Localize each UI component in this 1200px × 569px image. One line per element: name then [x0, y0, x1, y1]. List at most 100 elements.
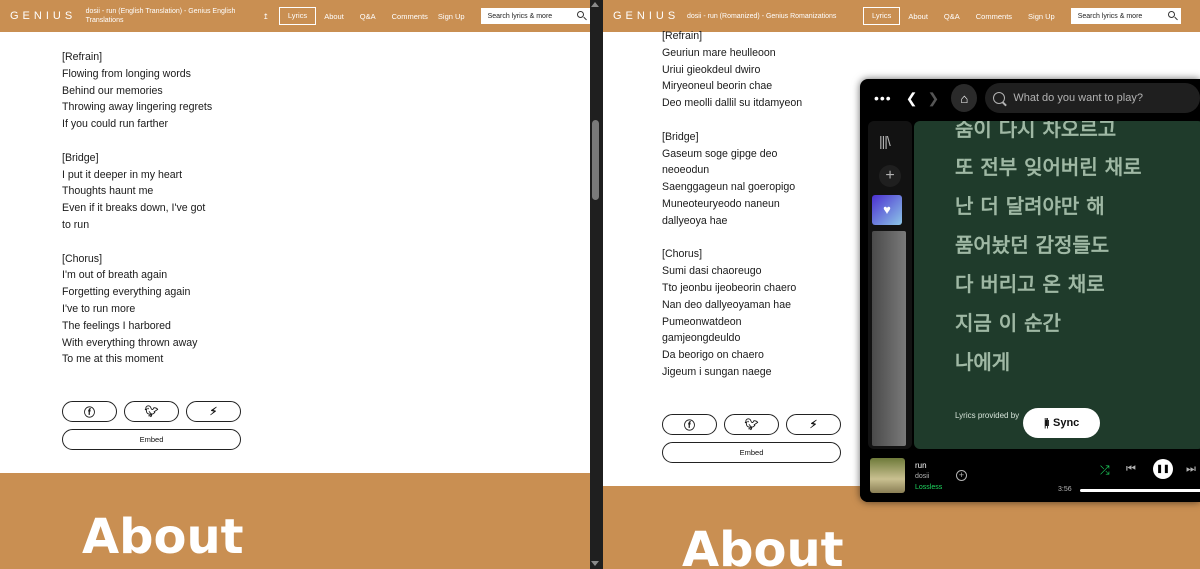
lyric-line[interactable]: If you could run farther — [62, 116, 212, 133]
lyric-line[interactable]: I'm out of breath again — [62, 267, 212, 284]
section-header[interactable]: [Bridge] — [662, 129, 802, 146]
nav-comments[interactable]: Comments — [968, 12, 1020, 21]
facebook-share-button[interactable]: ⓕ — [62, 401, 117, 422]
lyric-line[interactable]: 난 더 달려야만 해 — [955, 190, 1105, 219]
lyric-line[interactable]: Flowing from longing words — [62, 66, 212, 83]
facebook-share-button[interactable]: ⓕ — [662, 414, 717, 435]
share-arrow-icon[interactable]: ↥ — [257, 12, 275, 21]
genius-logo[interactable]: GENIUS — [613, 10, 681, 22]
lyric-line[interactable]: Sumi dasi chaoreugo — [662, 263, 802, 280]
quality-badge: Lossless — [915, 484, 943, 491]
sync-label: Sync — [1052, 417, 1080, 429]
lyric-line[interactable]: I put it deeper in my heart — [62, 167, 212, 184]
lyric-line[interactable]: Jigeum i sungan naege — [662, 364, 802, 381]
lyric-line[interactable]: to run — [62, 217, 212, 234]
pause-button[interactable]: ❚❚ — [1153, 459, 1173, 479]
section-header[interactable]: [Refrain] — [662, 28, 802, 45]
twitter-share-button[interactable]: 🐦︎ — [724, 414, 779, 435]
scroll-up-icon[interactable] — [591, 2, 599, 7]
genius-share-button[interactable]: ⚡︎ — [186, 401, 241, 422]
lyric-line[interactable]: 다 버리고 온 채로 — [955, 268, 1105, 297]
lyric-line[interactable]: neoeodun — [662, 162, 802, 179]
lyric-line[interactable]: gamjeongdeuldo — [662, 330, 802, 347]
track-artist[interactable]: dosii — [915, 473, 929, 480]
twitter-share-button[interactable]: 🐦︎ — [124, 401, 179, 422]
nav-signup[interactable]: Sign Up — [436, 12, 473, 21]
lyric-line[interactable]: Throwing away lingering regrets — [62, 99, 212, 116]
lyric-line[interactable]: 또 전부 잊어버린 채로 — [955, 151, 1142, 180]
lyric-line[interactable]: Gaseum soge gipge deo — [662, 146, 802, 163]
nav-about[interactable]: About — [900, 12, 936, 21]
genius-logo[interactable]: GENIUS — [10, 10, 78, 22]
search-input[interactable]: Search lyrics & more — [480, 8, 590, 24]
lyric-line[interactable]: I've to run more — [62, 301, 212, 318]
add-to-library-icon[interactable]: + — [956, 470, 967, 481]
library-icon[interactable]: |||\ — [879, 133, 891, 149]
more-icon[interactable]: ••• — [874, 90, 892, 106]
lyric-line[interactable]: Muneoteuryeodo naneun — [662, 196, 802, 213]
stanza-gap — [62, 234, 212, 251]
nav-qa[interactable]: Q&A — [936, 12, 968, 21]
lyric-line[interactable]: Geuriun mare heulleoon — [662, 45, 802, 62]
scrollbar-thumb[interactable] — [592, 120, 599, 200]
window-scrollbar[interactable] — [590, 0, 603, 569]
twitter-icon: 🐦︎ — [144, 406, 159, 418]
lyric-line[interactable]: Saenggageun nal goeropigo — [662, 179, 802, 196]
next-icon[interactable]: ⏭︎ — [1186, 463, 1196, 476]
search-icon[interactable] — [576, 11, 584, 18]
section-header[interactable]: [Chorus] — [662, 246, 802, 263]
spotify-search-input[interactable]: What do you want to play? — [985, 83, 1200, 113]
stanza-gap — [662, 112, 802, 129]
shuffle-icon[interactable]: ⤮ — [1100, 463, 1110, 478]
lyric-line[interactable]: Uriui gieokdeul dwiro — [662, 62, 802, 79]
lyric-line[interactable]: Da beorigo on chaero — [662, 347, 802, 364]
facebook-icon: ⓕ — [84, 406, 95, 419]
search-icon[interactable] — [1167, 11, 1175, 18]
lyric-line[interactable]: 품어놨던 감정들도 — [955, 229, 1109, 258]
dragged-window-ghost — [872, 231, 906, 446]
liked-songs-icon[interactable]: ♥ — [872, 195, 902, 225]
nav-about[interactable]: About — [316, 12, 352, 21]
forward-icon[interactable]: ❯ — [927, 90, 939, 107]
progress-bar[interactable] — [1080, 489, 1200, 492]
previous-icon[interactable]: ⏮︎ — [1126, 463, 1136, 476]
lyric-line[interactable]: Miryeoneul beorin chae — [662, 78, 802, 95]
lyric-line[interactable]: Pumeonwatdeon — [662, 314, 802, 331]
lyric-line[interactable]: Thoughts haunt me — [62, 183, 212, 200]
track-title[interactable]: run — [915, 461, 927, 470]
genius-share-button[interactable]: ⚡︎ — [786, 414, 841, 435]
lyric-line[interactable]: Even if it breaks down, I've got — [62, 200, 212, 217]
lyric-line[interactable]: 숨이 다시 차오르고 — [955, 121, 1116, 142]
lyric-line[interactable]: Tto jeonbu ijeobeorin chaero — [662, 280, 802, 297]
lyric-line[interactable]: Behind our memories — [62, 83, 212, 100]
lyric-line[interactable]: Nan deo dallyeoyaman hae — [662, 297, 802, 314]
section-header[interactable]: [Bridge] — [62, 150, 212, 167]
embed-button[interactable]: Embed — [662, 442, 841, 463]
lyric-line[interactable]: The feelings I harbored — [62, 318, 212, 335]
lyrics-body: [Refrain] Flowing from longing words Behin… — [62, 49, 212, 368]
sync-button[interactable]: |ıl|ı Sync — [1023, 408, 1100, 438]
lyric-line[interactable]: 지금 이 순간 — [955, 307, 1061, 336]
lyric-line[interactable]: Forgetting everything again — [62, 284, 212, 301]
embed-button[interactable]: Embed — [62, 429, 241, 450]
back-icon[interactable]: ❮ — [906, 90, 918, 107]
progress-fill — [1080, 489, 1200, 492]
nav-lyrics[interactable]: Lyrics — [278, 7, 317, 25]
nav-lyrics[interactable]: Lyrics — [863, 7, 901, 25]
scroll-down-icon[interactable] — [591, 561, 599, 566]
home-icon[interactable]: ⌂ — [951, 84, 978, 112]
search-input[interactable]: Search lyrics & more — [1070, 8, 1181, 24]
lyric-line[interactable]: Deo meolli dallil su itdamyeon — [662, 95, 802, 112]
lyric-line[interactable]: With everything thrown away — [62, 335, 212, 352]
album-art[interactable] — [870, 458, 905, 493]
section-header[interactable]: [Chorus] — [62, 251, 212, 268]
lyric-line[interactable]: dallyeoya hae — [662, 213, 802, 230]
nav-signup[interactable]: Sign Up — [1020, 12, 1063, 21]
section-header[interactable]: [Refrain] — [62, 49, 212, 66]
search-placeholder: Search lyrics & more — [487, 12, 553, 20]
create-plus-icon[interactable]: + — [879, 165, 901, 187]
lyric-line[interactable]: 나에게 — [955, 346, 1010, 375]
lyric-line[interactable]: To me at this moment — [62, 351, 212, 368]
nav-qa[interactable]: Q&A — [352, 12, 384, 21]
nav-comments[interactable]: Comments — [384, 12, 436, 21]
